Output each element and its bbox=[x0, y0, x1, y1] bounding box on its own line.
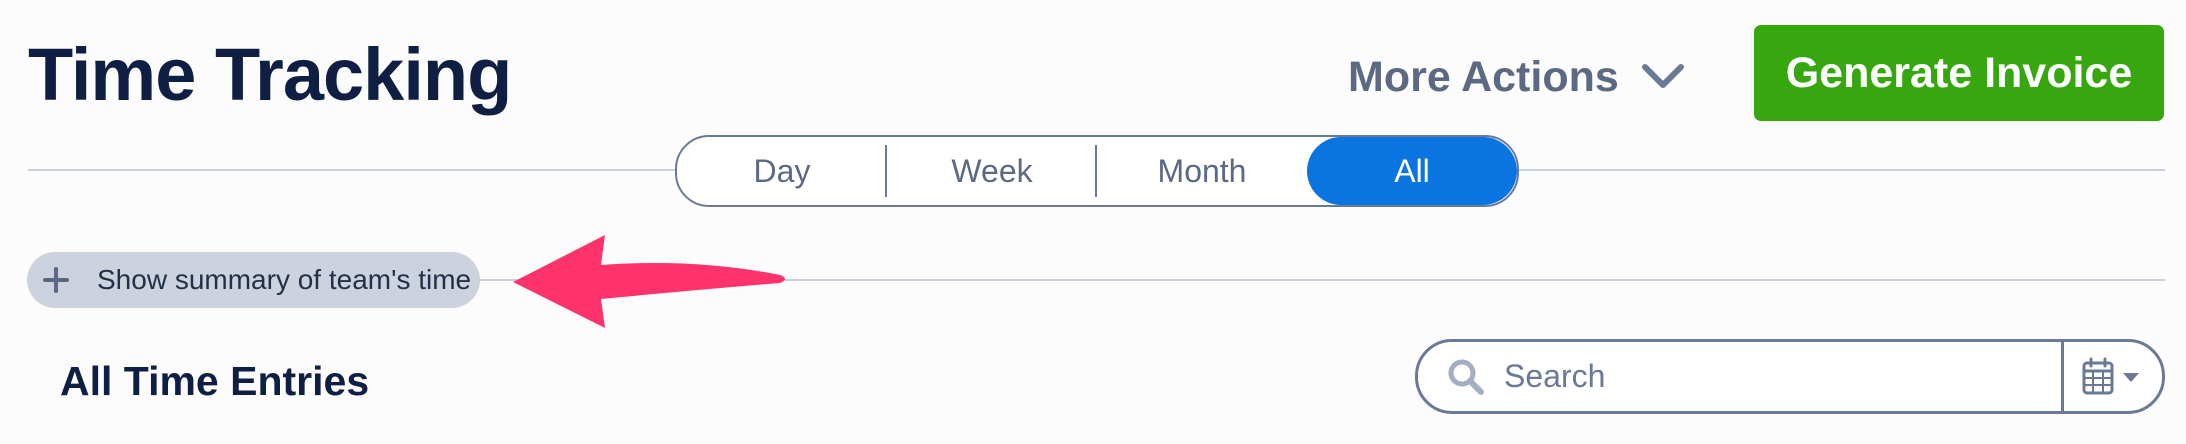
more-actions-dropdown[interactable]: More Actions bbox=[1348, 50, 1685, 104]
date-picker-button[interactable] bbox=[2064, 342, 2162, 411]
search-icon bbox=[1446, 357, 1486, 397]
chevron-down-icon bbox=[1641, 62, 1685, 92]
period-option-day[interactable]: Day bbox=[677, 137, 887, 205]
search-box bbox=[1415, 339, 2165, 414]
period-toggle: Day Week Month All bbox=[675, 135, 1519, 207]
header-divider-left bbox=[28, 169, 675, 171]
plus-icon bbox=[41, 265, 71, 295]
header-divider-right bbox=[1517, 169, 2165, 171]
calendar-icon bbox=[2082, 357, 2139, 394]
page-title: Time Tracking bbox=[28, 33, 512, 116]
period-option-week[interactable]: Week bbox=[887, 137, 1097, 205]
period-option-month[interactable]: Month bbox=[1097, 137, 1307, 205]
annotation-arrow bbox=[513, 235, 785, 328]
more-actions-label: More Actions bbox=[1348, 52, 1619, 101]
caret-down-icon bbox=[2123, 372, 2139, 382]
generate-invoice-button[interactable]: Generate Invoice bbox=[1754, 25, 2164, 121]
period-option-all[interactable]: All bbox=[1307, 137, 1517, 205]
show-team-summary-button[interactable]: Show summary of team's time bbox=[27, 252, 480, 308]
show-team-summary-label: Show summary of team's time bbox=[97, 264, 472, 295]
search-input[interactable] bbox=[1504, 346, 2064, 407]
section-title: All Time Entries bbox=[60, 358, 370, 404]
